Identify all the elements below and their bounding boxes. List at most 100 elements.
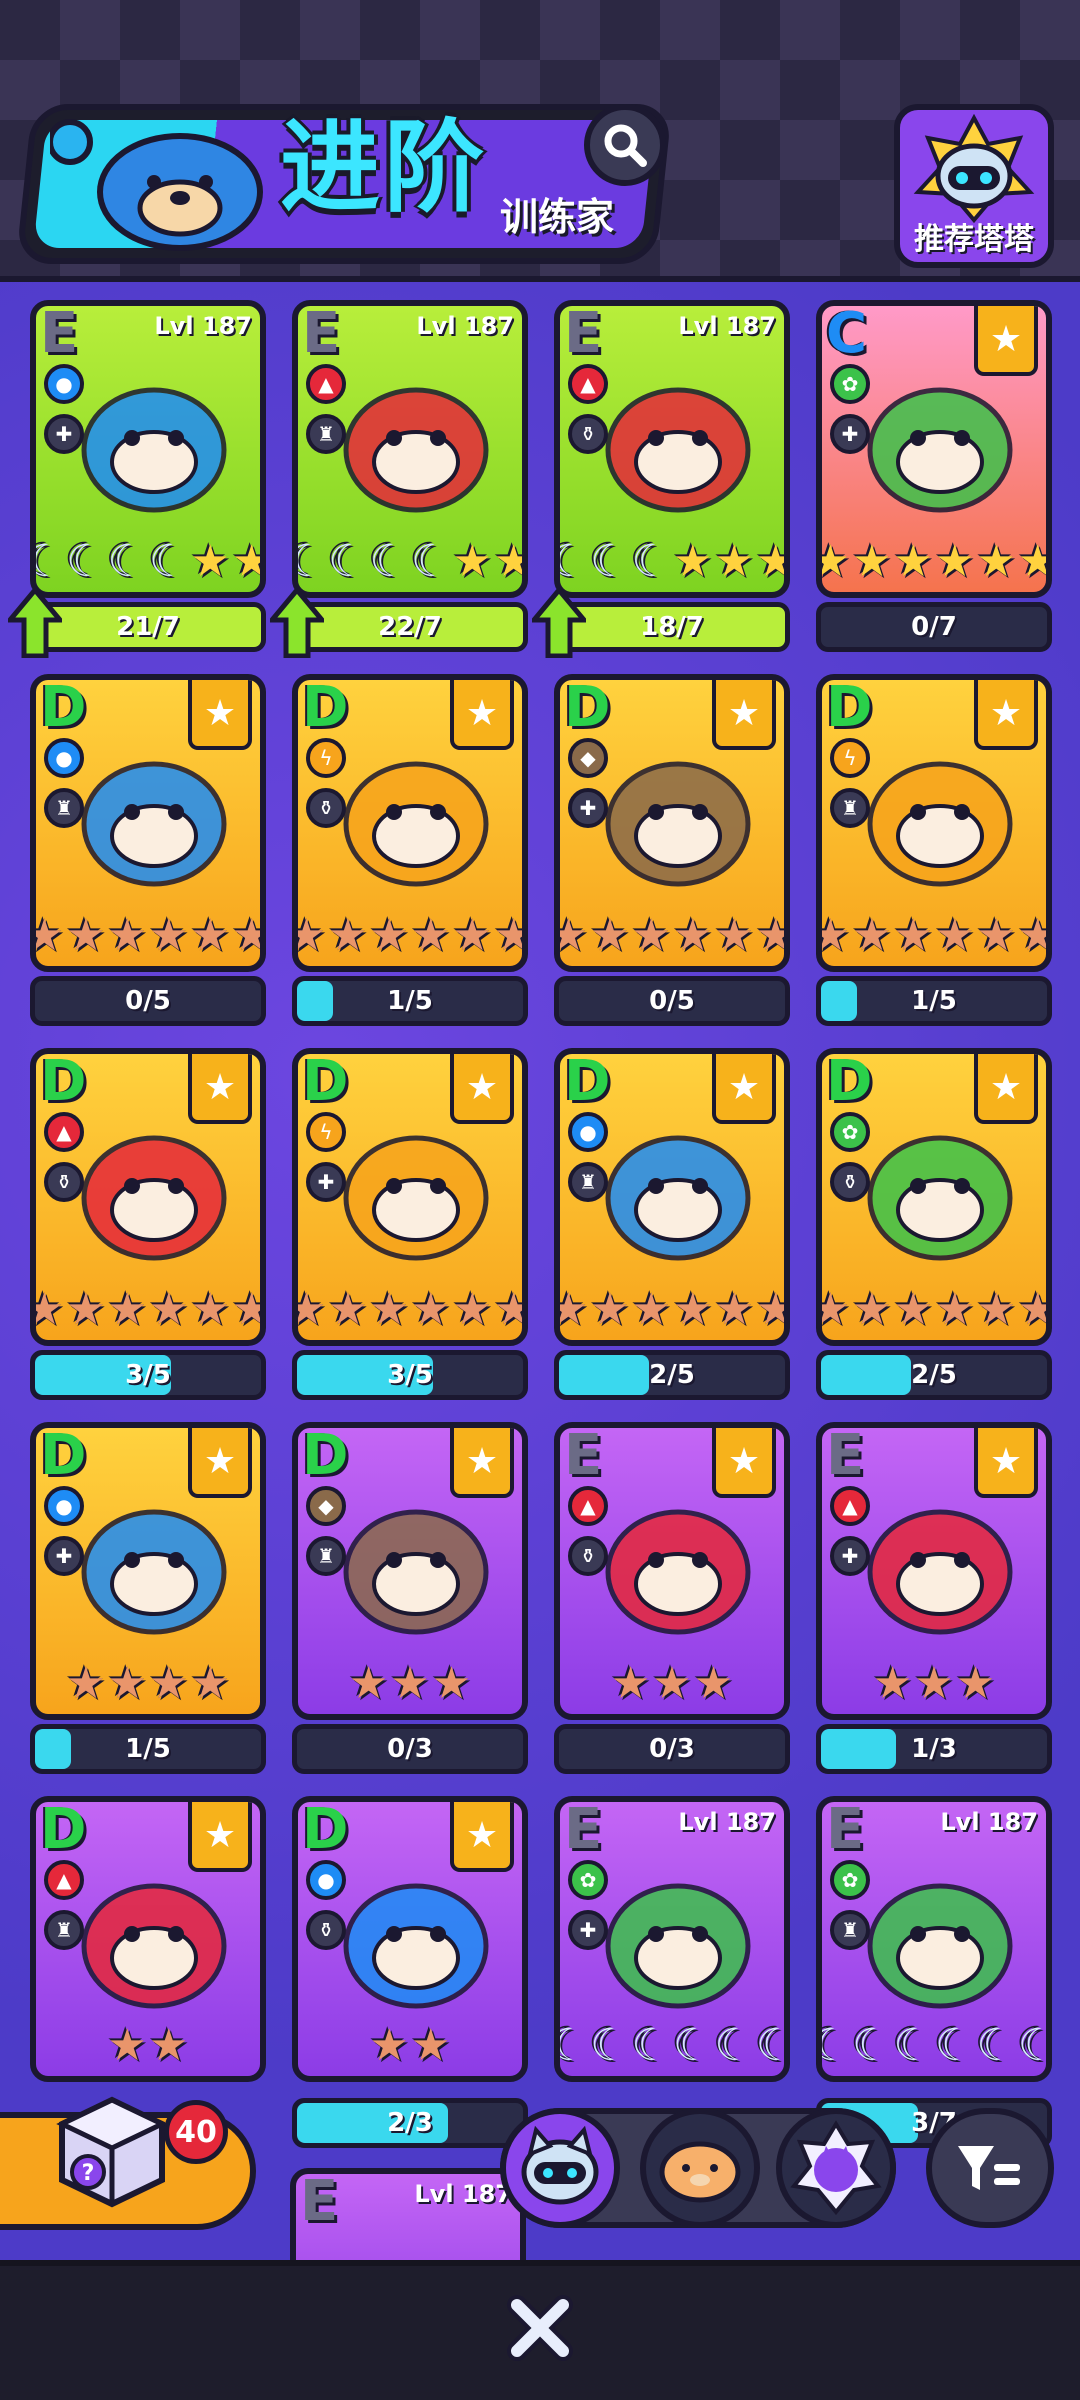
- shard-progress-bar: 0/3: [554, 1724, 790, 1774]
- tab-hamster[interactable]: [640, 2108, 760, 2228]
- role-icon: ⚱: [306, 788, 346, 828]
- favorite-star-icon[interactable]: ★: [712, 1054, 776, 1124]
- star-icon: ★: [431, 1658, 472, 1709]
- star-icon: ★: [348, 1658, 389, 1709]
- creature-card[interactable]: D ★ ▲ ♜ ★ ★: [30, 1796, 266, 2082]
- star-icon: ★: [66, 910, 106, 961]
- star-rating: ★★★★★★: [560, 1284, 784, 1335]
- mystery-box-count: 40: [164, 2100, 228, 2164]
- creature-card[interactable]: D★●♜★★★★★★: [554, 1048, 790, 1346]
- favorite-star-icon[interactable]: ★: [188, 1428, 252, 1498]
- role-icon: ♜: [830, 1910, 870, 1950]
- creature-card[interactable]: E ★ ▲ ✚ ★ ★ ★: [816, 1422, 1052, 1720]
- favorite-star-icon[interactable]: ★: [974, 1054, 1038, 1124]
- progress-text: 1/5: [387, 986, 433, 1016]
- upgrade-arrow-icon[interactable]: [270, 588, 324, 658]
- star-rating: ★ ★ ★ ★: [40, 1660, 256, 1708]
- search-button[interactable]: [584, 104, 666, 186]
- mystery-box-icon[interactable]: ?: [52, 2090, 172, 2210]
- creature-card[interactable]: D ★ ● ✚ ★ ★ ★ ★: [30, 1422, 266, 1720]
- filter-button[interactable]: [926, 2108, 1054, 2228]
- creature-card[interactable]: E ★ ▲ ⚱ ★ ★ ★: [554, 1422, 790, 1720]
- shard-progress-bar: 1/5: [816, 976, 1052, 1026]
- role-icon: ⚱: [44, 1162, 84, 1202]
- card-rank: D: [302, 1423, 349, 1488]
- creature-card[interactable]: ELvl 187✿✚☾☾☾☾☾☾: [554, 1796, 790, 2082]
- tab-purple-cat[interactable]: [776, 2108, 896, 2228]
- star-icon: ★: [452, 1284, 492, 1335]
- shard-progress-bar: 2/5: [816, 1350, 1052, 1400]
- favorite-star-icon[interactable]: ★: [188, 1802, 252, 1872]
- favorite-star-icon[interactable]: ★: [450, 680, 514, 750]
- creature-card[interactable]: D★▲⚱★★★★★★: [30, 1048, 266, 1346]
- progress-text: 0/7: [911, 612, 957, 642]
- shard-progress-bar: 0/3: [292, 1724, 528, 1774]
- star-rating: ★ ★: [302, 2022, 518, 2070]
- shard-progress-bar: 18/7: [554, 602, 790, 652]
- star-icon: ★: [36, 1286, 64, 1334]
- tab-robot-cat[interactable]: [500, 2108, 620, 2228]
- star-icon: ★: [298, 912, 326, 960]
- creature-card[interactable]: D★◆✚★★★★★★: [554, 674, 790, 972]
- creature-card[interactable]: D★✿⚱★★★★★★: [816, 1048, 1052, 1346]
- star-icon: ★: [756, 1286, 784, 1334]
- favorite-star-icon[interactable]: ★: [974, 306, 1038, 376]
- star-rating: ★★★★★★: [822, 912, 1046, 960]
- star-rating: ★★★★★★: [36, 1286, 260, 1334]
- earth-element-icon: ◆: [568, 738, 608, 778]
- star-icon: ★: [673, 536, 713, 587]
- creature-card[interactable]: ELvl 187▲⚱☾☾☾★★★: [554, 300, 790, 598]
- favorite-star-icon[interactable]: ★: [974, 680, 1038, 750]
- favorite-star-icon[interactable]: ★: [188, 1054, 252, 1124]
- role-icon: ♜: [568, 1162, 608, 1202]
- creature-card[interactable]: D ★ ◆ ♜ ★ ★ ★: [292, 1422, 528, 1720]
- close-button[interactable]: [500, 2288, 580, 2368]
- creature-card[interactable]: D★ϟ♜★★★★★★: [816, 674, 1052, 972]
- favorite-star-icon[interactable]: ★: [450, 1428, 514, 1498]
- favorite-star-icon[interactable]: ★: [712, 1428, 776, 1498]
- moon-icon: ☾: [328, 536, 368, 587]
- star-icon: ★: [1018, 1286, 1046, 1334]
- creature-card[interactable]: D ★ ● ⚱ ★ ★: [292, 1796, 528, 2082]
- favorite-star-icon[interactable]: ★: [974, 1428, 1038, 1498]
- filter-icon: [958, 2146, 1020, 2190]
- creature-card[interactable]: ELvl 187●✚☾☾☾☾★★: [30, 300, 266, 598]
- role-icon: ✚: [830, 1536, 870, 1576]
- role-icon: ✚: [830, 414, 870, 454]
- cat-robot-icon: [521, 2125, 599, 2205]
- creature-card[interactable]: C★✿✚★★★★★★: [816, 300, 1052, 598]
- star-rating: ★ ★ ★: [826, 1660, 1042, 1708]
- progress-text: 0/5: [649, 986, 695, 1016]
- card-level: Lvl 187: [154, 312, 252, 340]
- card-rank: D: [40, 675, 87, 740]
- star-icon: ★: [494, 912, 522, 960]
- upgrade-arrow-icon[interactable]: [532, 588, 586, 658]
- star-icon: ★: [822, 1286, 850, 1334]
- progress-text: 3/5: [125, 1360, 171, 1390]
- water-element-icon: ●: [306, 1860, 346, 1900]
- star-icon: ★: [232, 538, 260, 586]
- close-icon: [507, 2295, 573, 2361]
- creature-card[interactable]: D★ϟ✚★★★★★★: [292, 1048, 528, 1346]
- star-rating: ★★★★★★: [298, 912, 522, 960]
- moon-icon: ☾: [560, 538, 588, 586]
- earth-element-icon: ◆: [306, 1486, 346, 1526]
- creature-card[interactable]: D★ϟ⚱★★★★★★: [292, 674, 528, 972]
- creature-card[interactable]: ELvl 187▲♜☾☾☾☾★★: [292, 300, 528, 598]
- creature-portrait-icon: [81, 387, 227, 513]
- creature-card[interactable]: ELvl 187✿♜☾☾☾☾☾☾: [816, 1796, 1052, 2082]
- upgrade-arrow-icon[interactable]: [8, 588, 62, 658]
- star-icon: ★: [714, 1284, 754, 1335]
- favorite-star-icon[interactable]: ★: [188, 680, 252, 750]
- favorite-star-icon[interactable]: ★: [450, 1802, 514, 1872]
- favorite-star-icon[interactable]: ★: [450, 1054, 514, 1124]
- card-rank: C: [826, 301, 868, 366]
- fire-element-icon: ▲: [306, 364, 346, 404]
- recommend-button[interactable]: 推荐塔塔: [894, 104, 1054, 268]
- creature-card[interactable]: D★●♜★★★★★★: [30, 674, 266, 972]
- progress-text: 2/3: [387, 2108, 433, 2138]
- search-icon: [604, 124, 647, 167]
- favorite-star-icon[interactable]: ★: [712, 680, 776, 750]
- shard-progress-bar: 22/7: [292, 602, 528, 652]
- leaf-element-icon: ✿: [568, 1860, 608, 1900]
